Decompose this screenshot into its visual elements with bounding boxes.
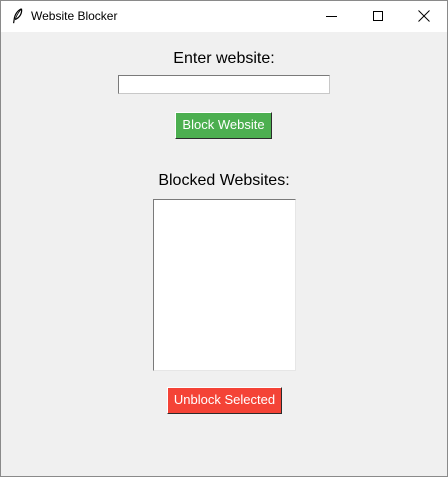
unblock-selected-button[interactable]: Unblock Selected: [167, 387, 282, 414]
maximize-button[interactable]: [355, 1, 401, 32]
window-title: Website Blocker: [31, 9, 118, 23]
block-website-button[interactable]: Block Website: [175, 112, 272, 139]
blocked-websites-listbox[interactable]: [153, 199, 296, 371]
title-bar[interactable]: Website Blocker: [1, 1, 447, 32]
enter-website-label: Enter website:: [173, 50, 275, 67]
close-button[interactable]: [401, 1, 447, 32]
minimize-button[interactable]: [309, 1, 355, 32]
blocked-websites-label: Blocked Websites:: [158, 172, 290, 189]
app-window: Website Blocker Enter website: Block Web…: [0, 0, 448, 477]
feather-icon: [10, 8, 24, 24]
website-input[interactable]: [118, 75, 330, 94]
